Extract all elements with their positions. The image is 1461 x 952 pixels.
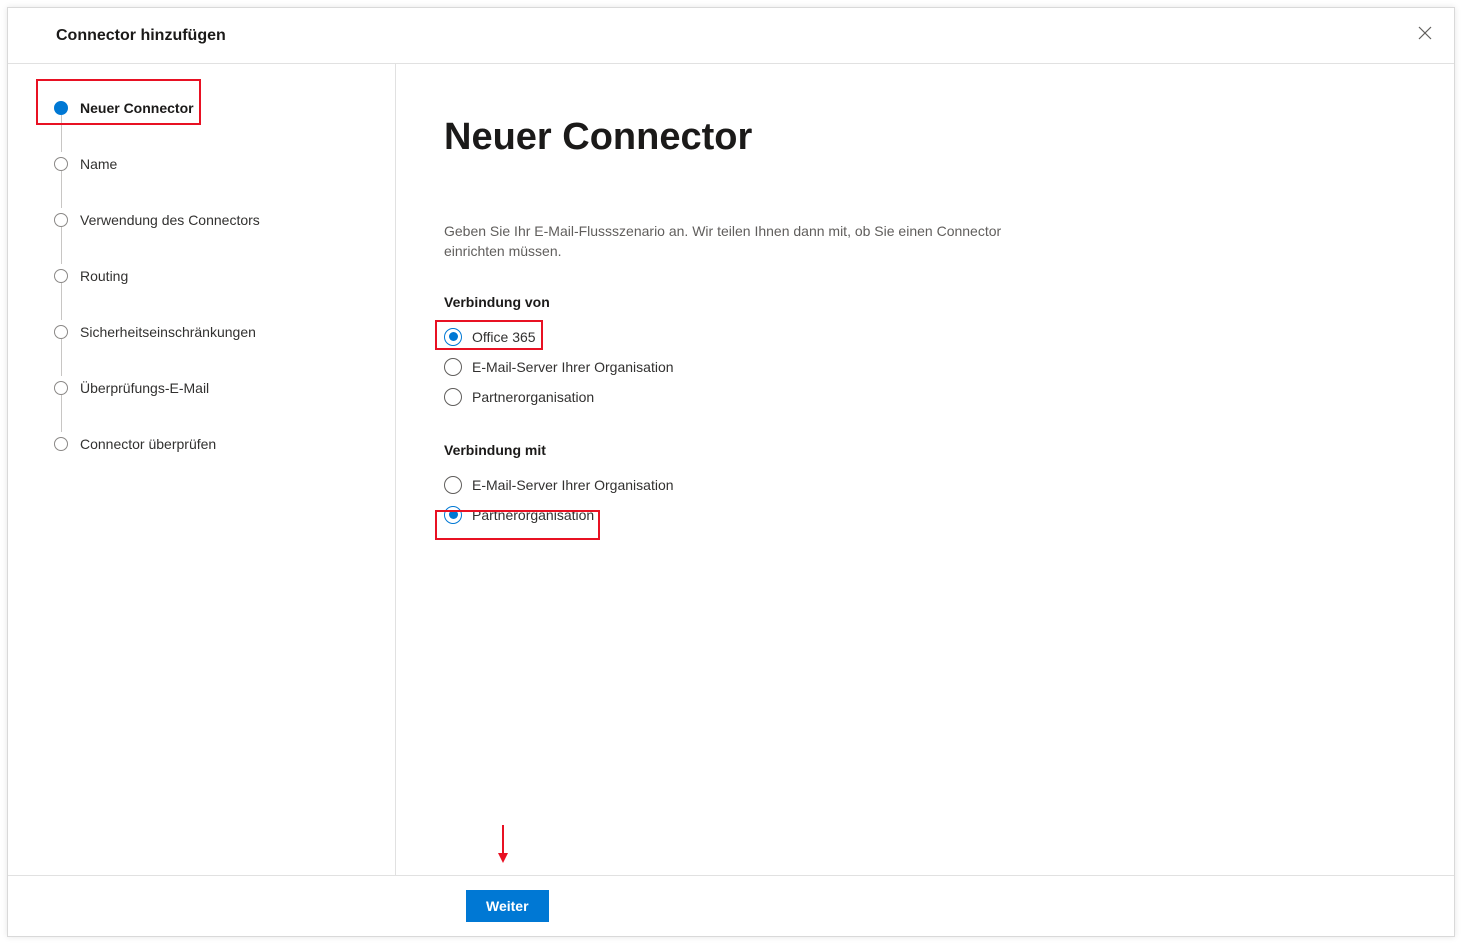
step-indicator-icon — [54, 269, 68, 283]
radio-option[interactable]: Partnerorganisation — [444, 382, 1394, 412]
radio-icon — [444, 506, 462, 524]
radio-label: E-Mail-Server Ihrer Organisation — [472, 359, 674, 375]
radio-label: E-Mail-Server Ihrer Organisation — [472, 477, 674, 493]
step-indicator-icon — [54, 381, 68, 395]
connector-wizard-panel: Connector hinzufügen Neuer Connector Name… — [7, 7, 1455, 937]
wizard-step[interactable]: Sicherheitseinschränkungen — [54, 320, 379, 344]
wizard-step[interactable]: Connector überprüfen — [54, 432, 379, 456]
step-connector-line — [61, 395, 62, 432]
connection-to-label: Verbindung mit — [444, 442, 1394, 458]
wizard-steps-sidebar: Neuer Connector Name Verwendung des Connec… — [8, 64, 396, 875]
step-connector-line — [61, 227, 62, 264]
radio-icon — [444, 328, 462, 346]
close-icon — [1418, 26, 1432, 40]
connection-from-group: Office 365 E-Mail-Server Ihrer Organisati… — [444, 322, 1394, 412]
next-button[interactable]: Weiter — [466, 890, 549, 922]
step-label: Verwendung des Connectors — [80, 212, 260, 228]
wizard-step[interactable]: Verwendung des Connectors — [54, 208, 379, 232]
panel-title: Connector hinzufügen — [56, 27, 226, 45]
radio-label: Office 365 — [472, 329, 536, 345]
step-indicator-icon — [54, 325, 68, 339]
step-label: Routing — [80, 268, 128, 284]
radio-label: Partnerorganisation — [472, 389, 594, 405]
main-content: Neuer Connector Geben Sie Ihr E-Mail-Flu… — [396, 64, 1454, 875]
radio-option[interactable]: E-Mail-Server Ihrer Organisation — [444, 470, 1394, 500]
radio-icon — [444, 388, 462, 406]
step-indicator-icon — [54, 157, 68, 171]
panel-footer: Weiter — [8, 875, 1454, 936]
radio-icon — [444, 358, 462, 376]
radio-option[interactable]: E-Mail-Server Ihrer Organisation — [444, 352, 1394, 382]
radio-option[interactable]: Partnerorganisation — [444, 500, 1394, 530]
close-button[interactable] — [1418, 26, 1432, 45]
wizard-step[interactable]: Neuer Connector — [54, 96, 379, 120]
step-label: Sicherheitseinschränkungen — [80, 324, 256, 340]
page-description: Geben Sie Ihr E-Mail-Flussszenario an. W… — [444, 221, 1004, 262]
page-title: Neuer Connector — [444, 116, 1394, 159]
radio-option[interactable]: Office 365 — [444, 322, 1394, 352]
step-indicator-icon — [54, 437, 68, 451]
connection-to-group: E-Mail-Server Ihrer Organisation Partnero… — [444, 470, 1394, 530]
step-connector-line — [61, 115, 62, 152]
step-label: Neuer Connector — [80, 100, 194, 116]
step-connector-line — [61, 283, 62, 320]
panel-body: Neuer Connector Name Verwendung des Connec… — [8, 64, 1454, 875]
wizard-step[interactable]: Name — [54, 152, 379, 176]
radio-label: Partnerorganisation — [472, 507, 594, 523]
step-label: Überprüfungs-E-Mail — [80, 380, 209, 396]
connection-from-label: Verbindung von — [444, 294, 1394, 310]
step-indicator-icon — [54, 101, 68, 115]
step-label: Connector überprüfen — [80, 436, 216, 452]
step-connector-line — [61, 339, 62, 376]
step-label: Name — [80, 156, 117, 172]
radio-icon — [444, 476, 462, 494]
step-connector-line — [61, 171, 62, 208]
wizard-step[interactable]: Überprüfungs-E-Mail — [54, 376, 379, 400]
wizard-step[interactable]: Routing — [54, 264, 379, 288]
panel-header: Connector hinzufügen — [8, 8, 1454, 64]
step-indicator-icon — [54, 213, 68, 227]
